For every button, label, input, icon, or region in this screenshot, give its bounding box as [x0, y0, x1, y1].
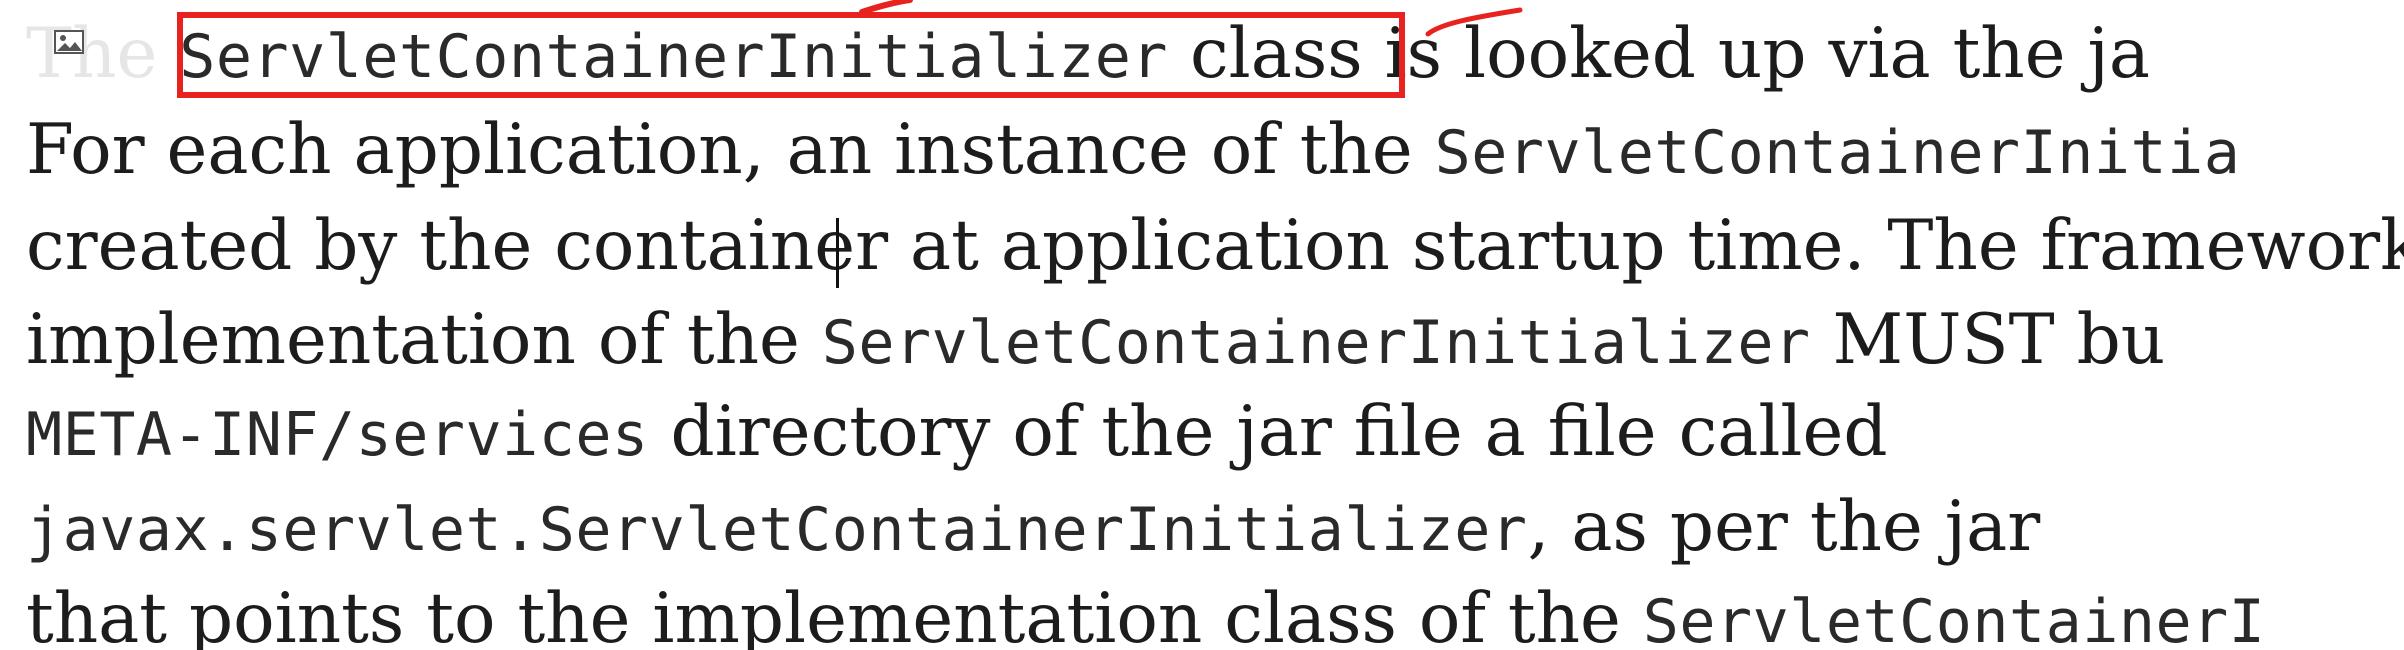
text-cursor	[836, 218, 839, 288]
document-page: The ServletContainerInitializer class is…	[0, 0, 2404, 650]
pen-stroke-top	[859, 0, 913, 15]
pen-stroke-right	[1425, 7, 1523, 37]
red-pen-strokes	[859, 0, 1523, 37]
